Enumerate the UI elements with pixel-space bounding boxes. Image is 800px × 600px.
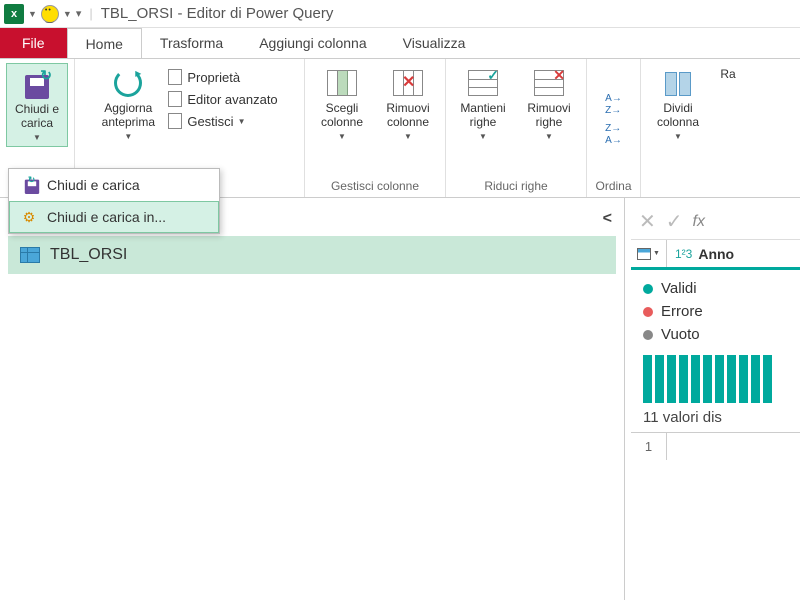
dist-bar xyxy=(643,355,652,403)
ribbon-group-reduce-rows: Mantieni righe▼ Rimuovi righe▼ Riduci ri… xyxy=(446,59,587,197)
menu-close-and-load-to[interactable]: ⚙ Chiudi e carica in... xyxy=(9,201,219,233)
column-header-row: ▼ 1²3 Anno xyxy=(631,240,800,270)
dist-bar xyxy=(751,355,760,403)
remove-rows-button[interactable]: Rimuovi righe▼ xyxy=(518,63,580,145)
title-bar: x ▼ ▼ ▾ | TBL_ORSI - Editor di Power Que… xyxy=(0,0,800,28)
split-column-icon xyxy=(662,67,694,99)
dist-bar xyxy=(703,355,712,403)
menu-close-and-load[interactable]: ↻ Chiudi e carica xyxy=(9,169,219,201)
quality-error: Errore xyxy=(643,303,788,320)
formula-accept-icon[interactable]: ✓ xyxy=(666,209,683,234)
table-icon xyxy=(20,247,40,263)
column-name: Anno xyxy=(698,246,734,262)
formula-fx-icon[interactable]: fx xyxy=(693,213,705,231)
dist-bar xyxy=(739,355,748,403)
save-load-icon: ↻ xyxy=(21,68,53,100)
remove-columns-button[interactable]: Rimuovi colonne▼ xyxy=(377,63,439,145)
sort-asc-button[interactable]: A→Z→ xyxy=(605,94,622,116)
main-area: Query [1] < TBL_ORSI ✕ ✓ fx ▼ 1²3 Anno V… xyxy=(0,198,800,600)
group-manage-columns-label: Gestisci colonne xyxy=(331,177,419,195)
ribbon-group-split: Dividi colonna▼ Ra xyxy=(641,59,749,197)
dist-bar xyxy=(691,355,700,403)
group-by-button[interactable]: Ra xyxy=(713,63,743,85)
tab-home[interactable]: Home xyxy=(67,28,142,58)
quality-valid: Validi xyxy=(643,280,788,297)
qat-dropdown-icon[interactable]: ▼ xyxy=(28,9,37,19)
group-sort-label: Ordina xyxy=(595,177,631,195)
dist-bar xyxy=(655,355,664,403)
close-load-to-icon: ⚙ xyxy=(19,207,39,227)
table-corner-button[interactable]: ▼ xyxy=(631,240,667,267)
tab-transform[interactable]: Trasforma xyxy=(142,28,241,58)
tiny-table-icon xyxy=(637,248,651,260)
close-load-icon: ↻ xyxy=(19,175,39,195)
column-header-anno[interactable]: 1²3 Anno xyxy=(667,246,742,262)
error-dot-icon xyxy=(643,307,653,317)
valid-dot-icon xyxy=(643,284,653,294)
advanced-editor-button[interactable]: Editor avanzato xyxy=(163,89,281,109)
ribbon-tabs: File Home Trasforma Aggiungi colonna Vis… xyxy=(0,28,800,58)
formula-bar: ✕ ✓ fx xyxy=(631,204,800,240)
choose-columns-button[interactable]: Scegli colonne▼ xyxy=(311,63,373,145)
smiley-icon[interactable] xyxy=(41,5,59,23)
distinct-values-label: 11 valori dis xyxy=(631,403,800,432)
tab-file[interactable]: File xyxy=(0,28,67,58)
data-row-1[interactable]: 1 xyxy=(631,432,800,460)
ribbon-group-sort: A→Z→ Z→A→ Ordina xyxy=(587,59,641,197)
collapse-queries-icon[interactable]: < xyxy=(603,210,612,228)
choose-columns-icon xyxy=(326,67,358,99)
dist-bar xyxy=(679,355,688,403)
queries-pane: Query [1] < TBL_ORSI xyxy=(0,198,625,600)
properties-icon xyxy=(167,69,183,85)
manage-icon xyxy=(167,113,183,129)
distribution-bars xyxy=(631,353,800,403)
refresh-preview-button[interactable]: Aggiorna anteprima▼ xyxy=(97,63,159,145)
properties-button[interactable]: Proprietà xyxy=(163,67,281,87)
quality-empty: Vuoto xyxy=(643,326,788,343)
close-and-load-button[interactable]: ↻ Chiudi e carica▼ xyxy=(6,63,68,147)
keep-rows-button[interactable]: Mantieni righe▼ xyxy=(452,63,514,145)
dist-bar xyxy=(727,355,736,403)
ribbon-group-manage-columns: Scegli colonne▼ Rimuovi colonne▼ Gestisc… xyxy=(305,59,446,197)
refresh-icon xyxy=(112,67,144,99)
group-reduce-rows-label: Riduci righe xyxy=(484,177,547,195)
remove-rows-icon xyxy=(533,67,565,99)
column-type-icon[interactable]: 1²3 xyxy=(675,247,692,261)
titlebar-separator: | xyxy=(89,6,92,21)
manage-button[interactable]: Gestisci ▼ xyxy=(163,111,281,131)
formula-cancel-icon[interactable]: ✕ xyxy=(639,209,656,234)
remove-columns-icon xyxy=(392,67,424,99)
dist-bar xyxy=(763,355,772,403)
refresh-label: Aggiorna anteprima xyxy=(99,101,157,130)
keep-rows-icon xyxy=(467,67,499,99)
sort-desc-button[interactable]: Z→A→ xyxy=(605,124,622,146)
advanced-editor-icon xyxy=(167,91,183,107)
dist-bar xyxy=(667,355,676,403)
close-and-load-label: Chiudi e carica xyxy=(9,102,65,131)
window-title: TBL_ORSI - Editor di Power Query xyxy=(101,5,334,22)
empty-dot-icon xyxy=(643,330,653,340)
excel-icon: x xyxy=(4,4,24,24)
query-name: TBL_ORSI xyxy=(50,246,127,264)
preview-pane: ✕ ✓ fx ▼ 1²3 Anno Validi Errore Vuoto 11… xyxy=(625,198,800,600)
close-load-dropdown: ↻ Chiudi e carica ⚙ Chiudi e carica in..… xyxy=(8,168,220,234)
split-column-button[interactable]: Dividi colonna▼ xyxy=(647,63,709,145)
qat-smiley-dropdown-icon[interactable]: ▼ xyxy=(63,9,72,19)
query-item-tbl-orsi[interactable]: TBL_ORSI xyxy=(8,236,616,274)
tab-view[interactable]: Visualizza xyxy=(385,28,484,58)
tab-add-column[interactable]: Aggiungi colonna xyxy=(241,28,384,58)
qat-overflow[interactable]: ▾ xyxy=(76,7,82,20)
column-quality: Validi Errore Vuoto xyxy=(631,270,800,353)
dist-bar xyxy=(715,355,724,403)
row-number: 1 xyxy=(631,433,667,460)
